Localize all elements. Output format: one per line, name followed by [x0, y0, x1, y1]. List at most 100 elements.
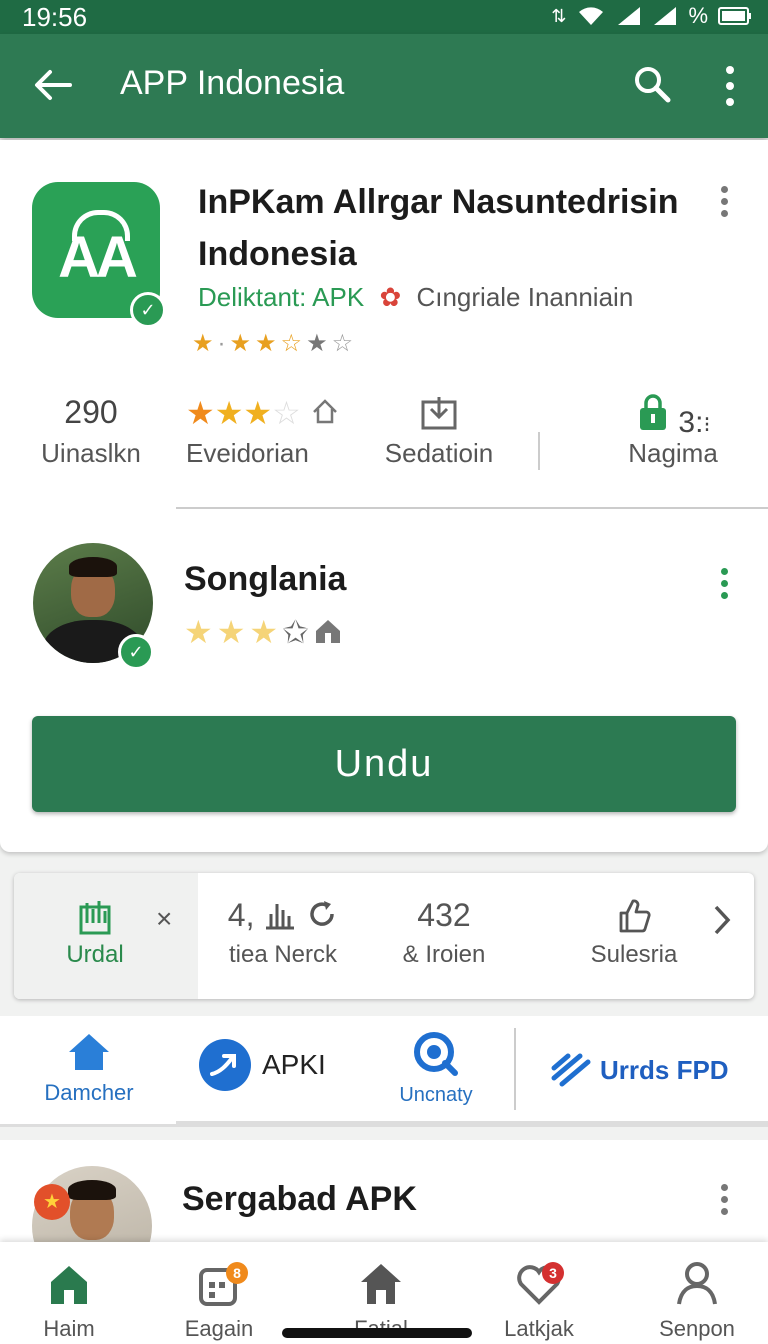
- thumbs-up-icon: [584, 897, 684, 941]
- stat-label: Sedatioin: [384, 438, 494, 468]
- install-button[interactable]: Undu: [32, 716, 736, 812]
- nav-home[interactable]: Haim: [4, 1242, 134, 1342]
- developer-line: Deliktant: APK ✿ Cıngriale Inanniain: [198, 282, 633, 313]
- nav-fatial[interactable]: Fatial: [316, 1242, 446, 1342]
- quick-action-label: Urdal: [66, 941, 124, 968]
- quick-action-label: Sulesria: [590, 941, 678, 968]
- house-icon: [361, 1264, 401, 1304]
- stat-rating-stars: ★★★☆: [186, 394, 376, 438]
- quick-action-network[interactable]: 4, tiea Nerck: [218, 897, 348, 969]
- nav-badge: 3: [542, 1262, 564, 1284]
- tab-uncnaty[interactable]: Uncnaty: [386, 1030, 486, 1107]
- wifi-icon: [579, 7, 604, 25]
- section-divider: [176, 507, 768, 509]
- stat-label: Uinaslkn: [41, 438, 141, 468]
- star-icon: ★: [229, 330, 252, 357]
- stat-label: Nagima: [628, 438, 718, 468]
- chevron-right-icon[interactable]: [710, 903, 734, 937]
- category-label: Cıngriale Inanniain: [416, 282, 634, 312]
- verified-check-icon: ✓: [130, 292, 166, 328]
- nav-label: Haim: [43, 1316, 95, 1341]
- arrow-circle-icon: [199, 1039, 251, 1091]
- back-arrow-icon[interactable]: [30, 62, 76, 108]
- quick-action-value: 4,: [227, 897, 255, 933]
- list-item[interactable]: ★ Sergabad APK: [0, 1140, 768, 1250]
- quick-action-label: & Iroien: [402, 941, 486, 968]
- publisher-verified-icon: ✓: [118, 634, 154, 670]
- tab-label: Uncnaty: [399, 1084, 473, 1106]
- status-icons: ⇅ %: [551, 3, 752, 29]
- bag-lock-icon: [639, 394, 666, 430]
- gesture-home-bar[interactable]: [282, 1328, 472, 1338]
- home-outline-icon: [312, 399, 337, 424]
- quick-actions-card: Urdal × 4, tiea Nerck 432 & Iroien Sules…: [14, 873, 754, 999]
- quick-action-reviews[interactable]: 432 & Iroien: [394, 897, 494, 969]
- star-icon: ★: [216, 614, 246, 650]
- overflow-menu-icon[interactable]: [716, 64, 744, 108]
- star-icon: ★: [249, 614, 279, 650]
- app-bar: APP Indonesia: [0, 34, 768, 138]
- stat-downloads: 290 Uinaslkn: [36, 394, 146, 469]
- nav-latkjak[interactable]: 3 Latkjak: [474, 1242, 604, 1342]
- nav-label: Latkjak: [504, 1316, 574, 1341]
- star-icon: ★: [214, 395, 244, 431]
- signal-icon-2: [654, 7, 677, 25]
- list-item-title: Sergabad APK: [182, 1180, 417, 1218]
- star-outline-icon: ☆: [331, 330, 354, 357]
- nav-senpon[interactable]: Senpon: [632, 1242, 762, 1342]
- star-icon: ★: [184, 614, 213, 650]
- stat-rating: ★★★☆ Eveidorian: [186, 394, 376, 469]
- app-rating-stars: ★ · ★ ★ ☆ ★ ☆: [192, 332, 353, 356]
- grip-dots-icon: ⁝: [703, 412, 711, 437]
- quick-action-top: 4,: [218, 897, 348, 941]
- star-outline-icon: ✩: [282, 614, 309, 650]
- star-icon: ★: [186, 395, 215, 431]
- app-more-icon[interactable]: [718, 186, 730, 220]
- publisher-more-icon[interactable]: [718, 568, 730, 602]
- app-icon-glyph: AA: [58, 225, 138, 290]
- quick-action-suggest[interactable]: Sulesria: [584, 897, 684, 969]
- home-icon: [51, 1266, 87, 1304]
- star-icon: ★: [255, 330, 277, 357]
- quick-action-urdal[interactable]: Urdal: [50, 897, 140, 969]
- avatar-hair: [69, 557, 117, 577]
- nav-label: Senpon: [659, 1316, 735, 1341]
- search-badge-icon: [414, 1032, 458, 1076]
- person-icon: [677, 1262, 717, 1305]
- tab-damcher[interactable]: Damcher: [34, 1030, 144, 1106]
- app-bar-title: APP Indonesia: [120, 64, 345, 102]
- star-outline-icon: ☆: [272, 395, 301, 431]
- status-time: 19:56: [22, 2, 88, 32]
- close-icon[interactable]: ×: [156, 903, 172, 935]
- developer-name[interactable]: Deliktant: APK: [198, 282, 364, 312]
- flag-badge-icon: ★: [34, 1184, 70, 1220]
- tab-label: Damcher: [44, 1080, 134, 1105]
- stat-value: 290: [64, 394, 118, 430]
- publisher-name[interactable]: Songlania: [184, 560, 346, 599]
- battery-icon: [718, 7, 751, 25]
- stat-size-top: 3:⁝: [618, 394, 728, 439]
- home-icon: [69, 1034, 109, 1070]
- refresh-icon: [310, 901, 334, 926]
- stripes-logo-icon: [551, 1053, 591, 1087]
- list-item-more-icon[interactable]: [718, 1184, 730, 1218]
- dot-separator: ·: [217, 330, 226, 357]
- nav-eagain[interactable]: 8 Eagain: [154, 1242, 284, 1342]
- app-detail-card: AA ✓ InPKam Allrgar Nasuntedrisin Indone…: [0, 140, 768, 852]
- stat-divider: [538, 432, 540, 470]
- search-icon[interactable]: [632, 64, 672, 104]
- star-icon: ★: [192, 330, 214, 357]
- tab-urrds-fpd[interactable]: Urrds FPD: [550, 1052, 740, 1088]
- chart-icon: [50, 897, 140, 941]
- battery-percent: %: [688, 3, 708, 28]
- category-tabs: Damcher APKI Uncnaty Urrds FPD: [0, 1016, 768, 1127]
- bar-chart-icon: [266, 904, 295, 930]
- nav-badge: 8: [226, 1262, 248, 1284]
- tab-underline: [176, 1121, 768, 1124]
- stat-install: Sedatioin: [384, 394, 494, 469]
- signal-icon: [618, 7, 641, 25]
- avatar-hair: [68, 1180, 116, 1200]
- tab-apki[interactable]: APKI: [198, 1038, 338, 1092]
- quick-action-value: 432: [417, 897, 471, 933]
- quick-action-label: tiea Nerck: [228, 941, 338, 968]
